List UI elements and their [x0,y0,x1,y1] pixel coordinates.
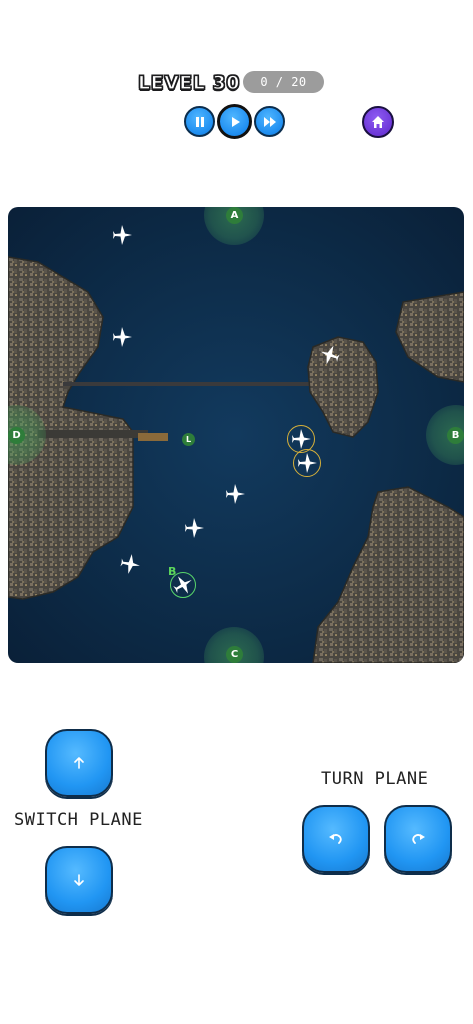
fast-forward-button[interactable] [254,106,285,137]
airport-label: L [182,433,195,446]
play-button[interactable] [217,104,252,139]
turn-left-button[interactable] [302,805,370,873]
plane-icon [298,453,317,473]
plane-icon [226,484,245,504]
zone-d-label: D [8,427,25,444]
plane[interactable] [110,223,134,247]
switch-plane-label: SWITCH PLANE [14,810,143,830]
plane[interactable] [182,516,206,540]
plane[interactable] [110,325,134,349]
game-map[interactable]: A B C D L B [8,207,464,663]
arrow-up-icon [74,757,84,769]
zone-b-label: B [447,427,464,444]
plane[interactable] [295,451,319,475]
plane-icon [113,327,132,347]
plane[interactable] [318,343,342,367]
plane[interactable] [118,552,142,576]
level-title: LEVEL 30 [137,71,240,94]
progress-counter: 0 / 20 [243,71,324,93]
home-icon [372,116,384,128]
rotate-left-icon [329,834,342,844]
rotate-right-icon [412,834,425,844]
plane[interactable] [289,427,313,451]
pause-icon [195,116,204,127]
arrow-down-icon [74,874,84,886]
plane[interactable] [223,482,247,506]
zone-a-label: A [226,207,243,224]
switch-plane-down-button[interactable] [45,846,113,914]
map-terrain [8,256,464,663]
zone-c-label: C [226,646,243,663]
pause-button[interactable] [184,106,215,137]
switch-plane-up-button[interactable] [45,729,113,797]
plane-icon [185,518,204,538]
play-icon [231,116,240,127]
plane-icon [292,429,311,449]
plane-icon [120,554,140,574]
plane-icon [173,576,192,594]
turn-right-button[interactable] [384,805,452,873]
plane-icon [113,225,132,245]
home-button[interactable] [362,106,394,138]
plane-icon [320,345,340,365]
turn-plane-label: TURN PLANE [321,769,429,789]
plane[interactable] [171,573,195,597]
fast-forward-icon [263,116,276,127]
